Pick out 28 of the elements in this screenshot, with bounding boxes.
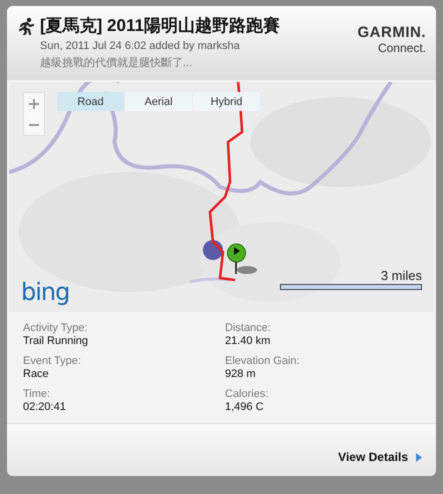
minus-icon [28,122,40,126]
arrow-icon [416,452,422,462]
stat-label: Activity Type: [23,322,89,334]
stat-label: Elevation Gain: [225,355,301,367]
map-view-tab[interactable]: Hybrid [193,92,260,111]
stat-value: 21.40 km [225,335,272,347]
plus-icon [28,98,40,110]
stat-label: Event Type: [23,355,82,367]
stat-value: 1,496 C [225,401,265,413]
map-view-tab[interactable]: Aerial [125,92,192,111]
runner-icon [17,16,35,34]
map-view-tab[interactable]: Road [57,92,124,111]
stat-value: Race [23,368,50,380]
activity-meta: Sun, 2011 Jul 24 6:02 added by marksha [40,40,241,52]
stat-label: Calories: [225,388,270,400]
stat-label: Distance: [225,322,272,334]
view-details-link[interactable]: View Details [338,450,422,464]
stat-value: Trail Running [23,335,90,347]
map-scale-label: 3 miles [380,268,422,283]
activity-description: 越級挑戰的代價就是腿快斷了... [40,56,194,70]
activity-title: [夏馬克] 2011陽明山越野路跑賽 [40,15,280,37]
brand-subtitle: Connect. [378,41,426,55]
brand-logo: GARMIN. [358,24,426,41]
stat-value: 02:20:41 [23,401,67,413]
map-provider-logo: bing [21,278,70,306]
map-pin-icon [227,242,259,276]
stat-label: Time: [23,388,52,400]
stat-value: 928 m [225,368,257,380]
